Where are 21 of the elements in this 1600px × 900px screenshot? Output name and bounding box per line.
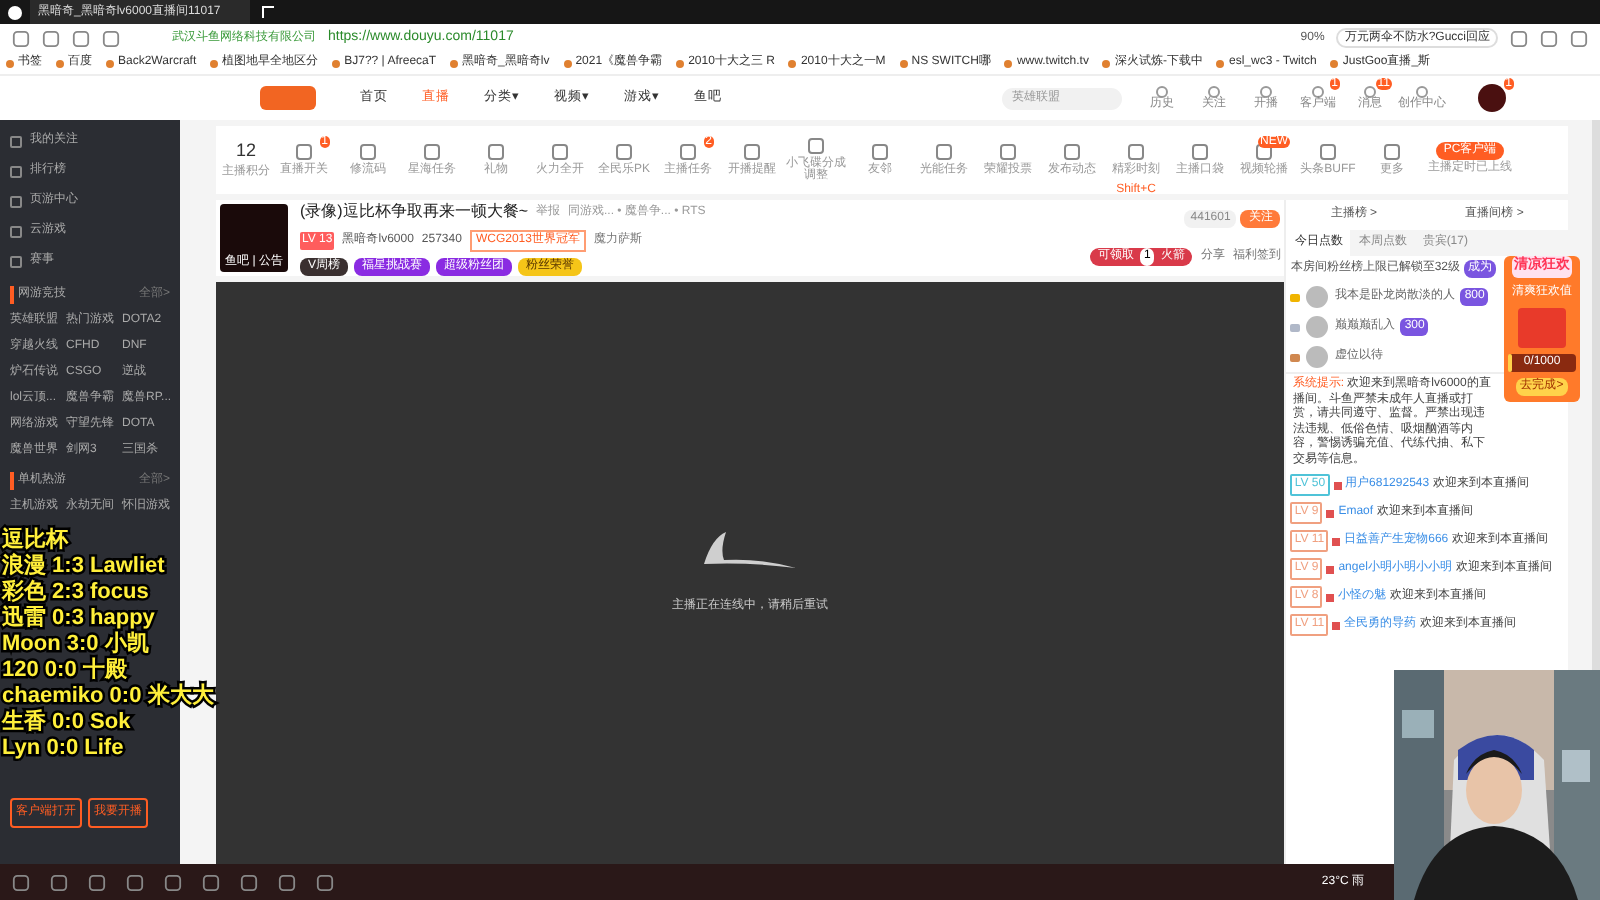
envelope-icon (1518, 307, 1566, 347)
user-avatar[interactable] (1306, 316, 1329, 338)
score-line: 迅雷 0:3 happy (2, 606, 157, 631)
fan-icon (1332, 537, 1341, 545)
fan-icon (1332, 621, 1341, 629)
points-value: 12 (235, 137, 256, 164)
score-line: Moon 3:0 小凯 (2, 632, 151, 657)
score-line: 逗比杯 (2, 528, 71, 553)
room-title: (录像)逗比杯争取再来一顿大餐~ (300, 200, 528, 224)
fan-icon (1333, 481, 1342, 489)
new-tab-icon[interactable] (262, 6, 274, 18)
score-line: 120 0:0 十殿 (2, 658, 129, 684)
score-line: Lyn 0:0 Life (2, 736, 126, 762)
score-line: 彩色 2:3 focus (2, 580, 151, 605)
fan-icon (1326, 565, 1335, 573)
score-line: 浪漫 1:3 Lawliet (2, 554, 167, 579)
user-avatar[interactable] (1306, 346, 1329, 368)
score-line: 生香 0:0 Sok (2, 710, 133, 736)
fan-icon (1326, 509, 1335, 517)
fan-icon (1326, 593, 1335, 601)
user-avatar[interactable] (1306, 286, 1329, 308)
